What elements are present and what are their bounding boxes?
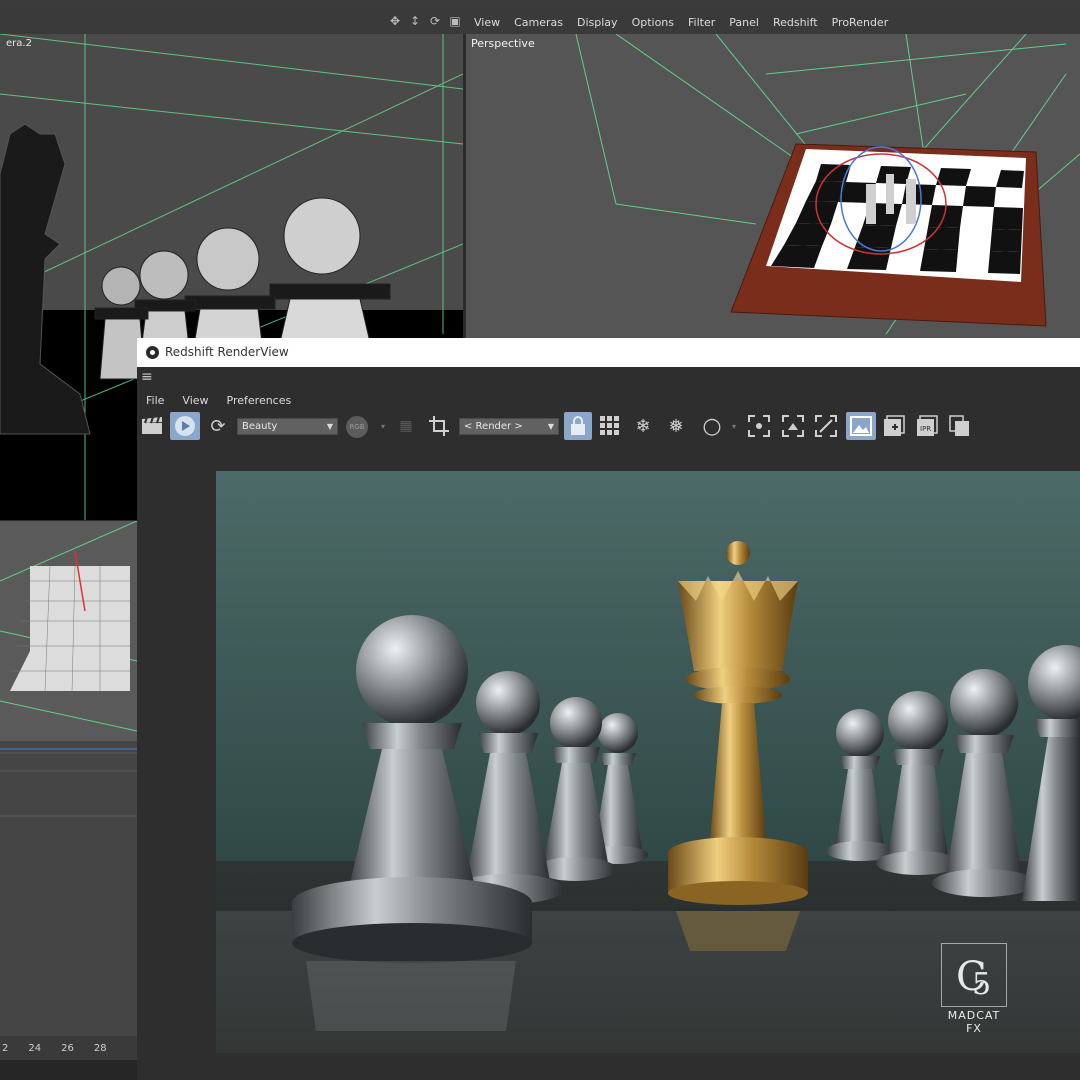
viewport-menubar: ✥ ↕ ⟳ ▣ View Cameras Display Options Fil…: [0, 10, 1080, 34]
crop-region-icon[interactable]: [425, 412, 453, 440]
rotate-icon[interactable]: ⟳: [428, 14, 442, 28]
viewport-menu-cameras[interactable]: Cameras: [514, 16, 563, 29]
renderview-toolbar: ⟳ Beauty ▼ RGB ▾ ▦ < Render > ▼ ❄ ❅ ○ ▾: [137, 412, 1080, 444]
lock-icon: [571, 416, 585, 435]
window-title: Redshift RenderView: [165, 345, 289, 359]
viewport-menu-display[interactable]: Display: [577, 16, 618, 29]
start-render-button[interactable]: [170, 412, 200, 440]
clapperboard-icon[interactable]: [140, 412, 164, 440]
snowflake-icon[interactable]: ❄: [630, 412, 656, 440]
timeline-tick: 28: [93, 1042, 107, 1054]
redshift-renderview-window: Redshift RenderView ≡ File View Preferen…: [137, 338, 1080, 1080]
camera-viewport-label: era.2: [6, 38, 32, 49]
madcat-fx-watermark: C5 MADCAT FX: [940, 943, 1008, 1035]
menu-view[interactable]: View: [182, 394, 208, 407]
menu-file[interactable]: File: [146, 394, 164, 407]
snowflake-settings-icon[interactable]: ❅: [663, 412, 689, 440]
svg-text:5: 5: [972, 967, 991, 1002]
timeline-tick: 26: [61, 1042, 74, 1054]
small-arrow-icon[interactable]: ▾: [377, 412, 389, 440]
hamburger-menu-icon[interactable]: ≡: [141, 370, 157, 384]
play-icon: [175, 416, 195, 436]
renderview-menubar: File View Preferences: [137, 390, 1080, 410]
circle-icon[interactable]: ○: [699, 412, 725, 440]
svg-text:IPR: IPR: [920, 425, 931, 433]
watermark-text: MADCAT FX: [947, 1009, 1001, 1035]
show-image-button[interactable]: [846, 412, 876, 440]
aov-dropdown-value: Beauty: [242, 421, 278, 432]
viewport-layout-icon[interactable]: ▣: [448, 14, 462, 28]
render-output-image[interactable]: C5 MADCAT FX: [216, 471, 1080, 1053]
viewport-menu-filter[interactable]: Filter: [688, 16, 715, 29]
madcat-logo: C5: [941, 943, 1007, 1007]
checker-icon[interactable]: ▦: [395, 412, 417, 440]
aov-dropdown[interactable]: Beauty ▼: [237, 418, 338, 435]
camera-dropdown-value: < Render >: [464, 421, 523, 432]
refresh-icon[interactable]: ⟳: [206, 412, 230, 440]
cinema4d-logo-icon: [146, 346, 159, 359]
viewport-nav-icons: ✥ ↕ ⟳ ▣: [388, 14, 462, 28]
ipr-snapshot-icon[interactable]: IPR: [914, 412, 940, 440]
menu-preferences[interactable]: Preferences: [227, 394, 292, 407]
secondary-scene: [0, 521, 137, 817]
perspective-scene: [575, 34, 1080, 335]
secondary-viewport[interactable]: [0, 521, 137, 1061]
viewport-menu-panel[interactable]: Panel: [729, 16, 759, 29]
compare-icon[interactable]: [813, 412, 839, 440]
copy-icon[interactable]: [947, 412, 973, 440]
image-icon: [850, 416, 872, 436]
camera-dropdown[interactable]: < Render > ▼: [459, 418, 559, 435]
chevron-down-icon: ▼: [547, 422, 554, 431]
timeline-ruler[interactable]: 2 24 26 28: [0, 1036, 139, 1060]
timeline-tick: 2: [2, 1042, 9, 1054]
zoom-icon[interactable]: ↕: [408, 14, 422, 28]
small-arrow-icon[interactable]: ▾: [729, 412, 739, 440]
viewport-menu-view[interactable]: View: [474, 16, 500, 29]
rgb-channel-button[interactable]: RGB: [346, 416, 368, 438]
grid-icon[interactable]: [597, 412, 623, 440]
timeline-tick: 24: [28, 1042, 42, 1054]
fit-view-icon[interactable]: [780, 412, 806, 440]
viewport-menu-options[interactable]: Options: [632, 16, 674, 29]
window-titlebar[interactable]: Redshift RenderView: [137, 338, 1080, 367]
focus-icon[interactable]: [746, 412, 772, 440]
add-snapshot-icon[interactable]: [881, 412, 907, 440]
viewport-menu-redshift[interactable]: Redshift: [773, 16, 818, 29]
viewport-menu-prorender[interactable]: ProRender: [832, 16, 889, 29]
perspective-viewport-label: Perspective: [471, 37, 535, 50]
lock-camera-button[interactable]: [564, 412, 592, 440]
perspective-viewport[interactable]: [466, 34, 1080, 338]
move-icon[interactable]: ✥: [388, 14, 402, 28]
chevron-down-icon: ▼: [326, 422, 333, 431]
